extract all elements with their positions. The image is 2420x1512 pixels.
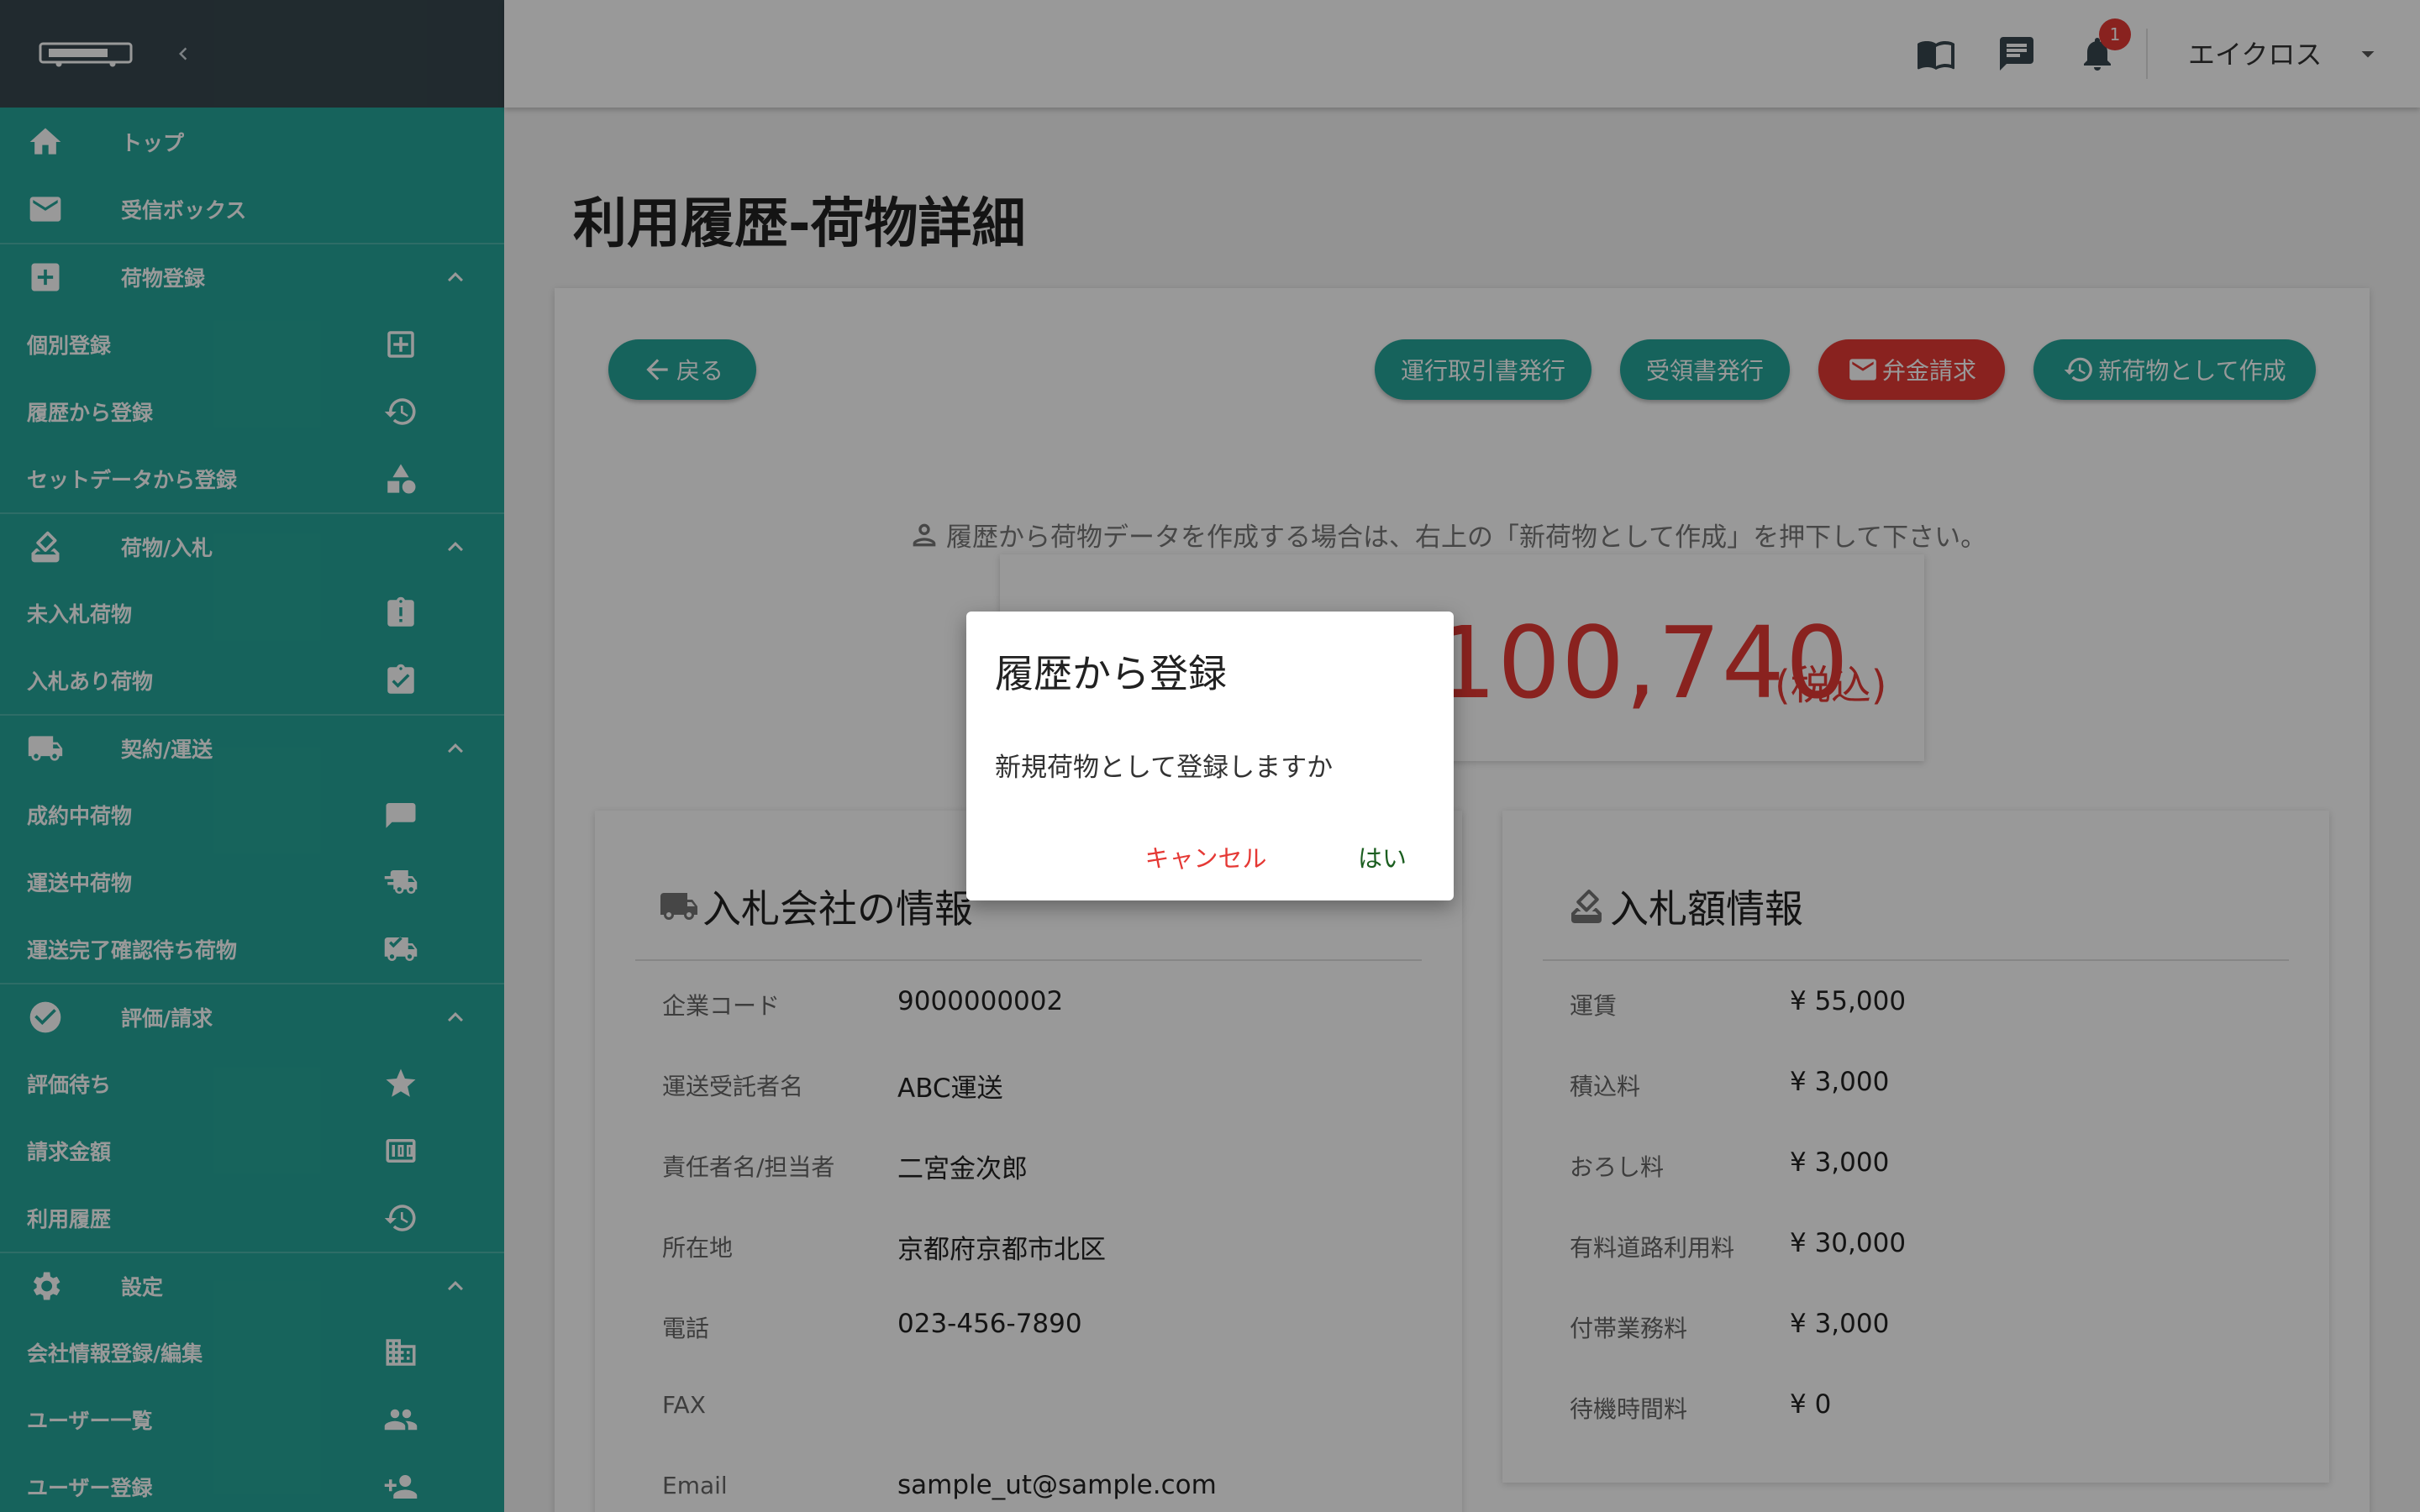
dialog-message: 新規荷物として登録しますか (995, 753, 1334, 783)
dialog-title: 履歴から登録 (995, 651, 1227, 696)
cancel-button[interactable]: キャンセル (1134, 833, 1277, 880)
register-from-history-dialog: 履歴から登録 新規荷物として登録しますか キャンセル はい (966, 612, 1454, 900)
confirm-button[interactable]: はい (1336, 833, 1428, 880)
